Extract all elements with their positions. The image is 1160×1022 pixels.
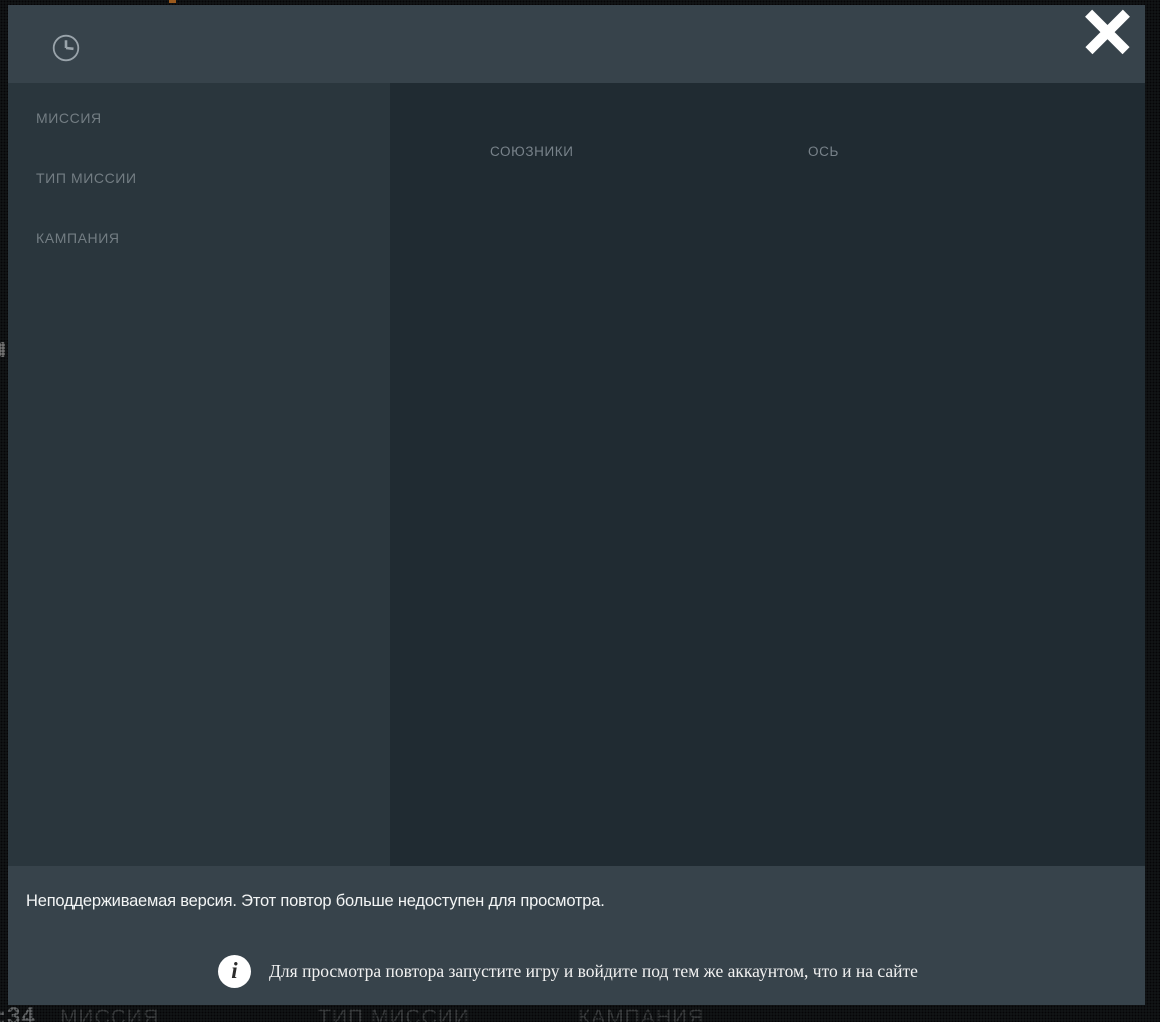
- info-message: Для просмотра повтора запустите игру и в…: [269, 961, 918, 982]
- background-artifact-speck: [169, 0, 176, 3]
- clock-icon: [49, 31, 83, 65]
- background-time-fragment: :34: [0, 1003, 36, 1022]
- info-row: i Для просмотра повтора запустите игру и…: [218, 955, 918, 988]
- background-artifact: [0, 342, 5, 357]
- modal-sidebar: МИССИЯ ТИП МИССИИ КАМПАНИЯ: [8, 83, 390, 866]
- team-header-allies: СОЮЗНИКИ: [490, 144, 574, 159]
- background-column-mission-type: ТИП МИССИИ: [318, 1006, 470, 1022]
- sidebar-item-mission[interactable]: МИССИЯ: [36, 110, 102, 126]
- modal-footer: Неподдерживаемая версия. Этот повтор бол…: [8, 866, 1145, 1005]
- unsupported-version-message: Неподдерживаемая версия. Этот повтор бол…: [26, 892, 605, 911]
- background-column-campaign: КАМПАНИЯ: [578, 1006, 704, 1022]
- sidebar-item-mission-type[interactable]: ТИП МИССИИ: [36, 170, 137, 186]
- info-icon: i: [218, 955, 251, 988]
- background-column-mission: МИССИЯ: [60, 1006, 159, 1022]
- teams-panel: СОЮЗНИКИ ОСЬ: [390, 83, 1145, 866]
- replay-modal: МИССИЯ ТИП МИССИИ КАМПАНИЯ СОЮЗНИКИ ОСЬ …: [8, 5, 1145, 1005]
- sidebar-item-campaign[interactable]: КАМПАНИЯ: [36, 230, 120, 246]
- background-page-row: :34 МИССИЯ ТИП МИССИИ КАМПАНИЯ: [0, 1003, 1160, 1022]
- team-header-axis: ОСЬ: [808, 144, 839, 159]
- modal-topbar: [8, 5, 1145, 83]
- screen: :34 МИССИЯ ТИП МИССИИ КАМПАНИЯ МИССИЯ ТИ…: [0, 0, 1160, 1022]
- close-icon[interactable]: [1089, 13, 1126, 50]
- info-icon-glyph: i: [231, 959, 237, 982]
